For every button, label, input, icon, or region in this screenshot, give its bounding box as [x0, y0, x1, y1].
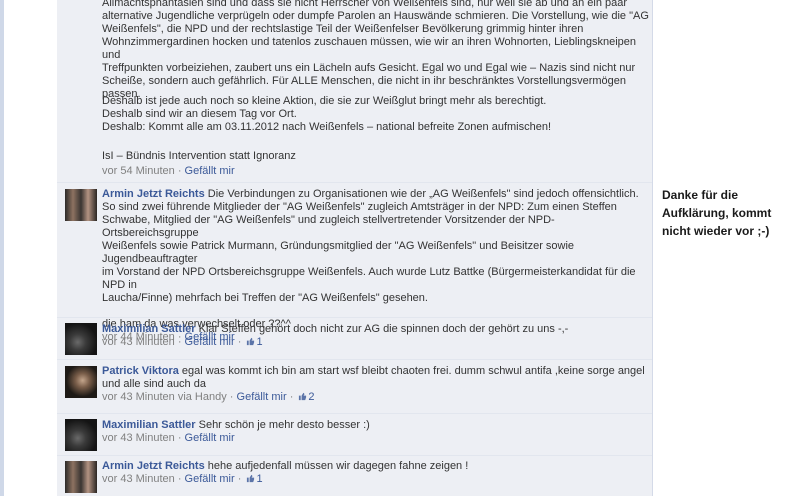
comment-text: Die Verbindungen zu Organisationen wie d…	[207, 188, 639, 200]
like-count-value: 1	[256, 336, 263, 348]
like-count[interactable]: 1	[244, 473, 263, 485]
comment-item: Maximilian Sattler Sehr schön je mehr de…	[57, 413, 652, 456]
comment-text: Schwabe, Mitglied der "AG Weißenfels" un…	[102, 214, 555, 239]
comment-timestamp[interactable]: vor 43 Minuten	[102, 473, 175, 485]
comment-meta: vor 43 Minuten · Gefällt mir · 1	[102, 473, 263, 485]
left-border	[0, 0, 4, 496]
thumbs-up-icon	[247, 337, 255, 346]
like-count-value: 2	[308, 391, 315, 403]
comment-text: und alle sind auch da	[102, 378, 206, 390]
comment-text: im Vorstand der NPD Ortsbereichsgruppe W…	[102, 266, 636, 291]
comment-text: Klar Steffen gehört doch nicht zur AG di…	[198, 323, 569, 335]
feed-divider	[652, 0, 653, 496]
comment-body: Maximilian Sattler Klar Steffen gehört d…	[102, 323, 646, 349]
side-note-line: Danke für die	[662, 188, 739, 202]
side-note-line: Aufklärung, kommt	[662, 206, 772, 220]
post-line: Deshalb: Kommt alle am 03.11.2012 nach W…	[102, 121, 552, 133]
comment-text: Weißenfels sowie Patrick Murmann, Gründu…	[102, 240, 575, 265]
comment-author[interactable]: Patrick Viktora	[102, 365, 179, 377]
comment-body: Patrick Viktora egal was kommt ich bin a…	[102, 365, 646, 404]
comment-author[interactable]: Maximilian Sattler	[102, 323, 196, 335]
post-body: Allmachtsphantasien sind und dass sie ni…	[57, 0, 652, 182]
post-line: Deshalb sind wir an diesem Tag vor Ort.	[102, 108, 297, 120]
comment-timestamp[interactable]: vor 43 Minuten	[102, 432, 175, 444]
like-link[interactable]: Gefällt mir	[237, 391, 287, 403]
comment-item: Maximilian Sattler Klar Steffen gehört d…	[57, 317, 652, 360]
comment-feed: Allmachtsphantasien sind und dass sie ni…	[57, 0, 652, 496]
post-signature: IsI – Bündnis Intervention statt Ignoran…	[102, 150, 296, 162]
comment-text: Sehr schön je mehr desto besser :)	[198, 419, 370, 431]
like-count-value: 1	[256, 473, 263, 485]
like-link[interactable]: Gefällt mir	[185, 473, 235, 485]
thumbs-up-icon	[299, 392, 307, 401]
post-line: Allmachtsphantasien sind und dass sie ni…	[102, 0, 628, 9]
post-line: Treffpunkten vorbeiziehen, zaubert uns e…	[102, 62, 636, 74]
comment-body: Armin Jetzt Reichts hehe aufjedenfall mü…	[102, 460, 646, 486]
avatar[interactable]	[65, 323, 97, 355]
comment-timestamp[interactable]: vor 43 Minuten	[102, 336, 175, 348]
comment-text: hehe aufjedenfall müssen wir dagegen fah…	[207, 460, 469, 472]
like-link[interactable]: Gefällt mir	[185, 336, 235, 348]
comment-body: Maximilian Sattler Sehr schön je mehr de…	[102, 419, 646, 445]
comment-item: Armin Jetzt Reichts hehe aufjedenfall mü…	[57, 455, 652, 497]
comment-meta: vor 43 Minuten via Handy · Gefällt mir ·…	[102, 391, 315, 403]
post-line: Wohnzimmergardinen hocken und tatenlos z…	[102, 36, 637, 61]
comment-meta: vor 43 Minuten · Gefällt mir · 1	[102, 336, 263, 348]
comment-author[interactable]: Maximilian Sattler	[102, 419, 196, 431]
comment-text: Laucha/Finne) mehrfach bei Treffen der "…	[102, 292, 428, 304]
side-note-line: nicht wieder vor ;-)	[662, 224, 770, 238]
avatar[interactable]	[65, 189, 97, 221]
avatar[interactable]	[65, 461, 97, 493]
thumbs-up-icon	[247, 474, 255, 483]
post-timestamp[interactable]: vor 54 Minuten	[102, 165, 175, 177]
comment-timestamp[interactable]: vor 43 Minuten via Handy	[102, 391, 227, 403]
comment-text: egal was kommt ich bin am start wsf blei…	[181, 365, 645, 377]
comment-author[interactable]: Armin Jetzt Reichts	[102, 460, 205, 472]
post-line: alternative Jugendliche verprügeln oder …	[102, 10, 649, 22]
comment-author[interactable]: Armin Jetzt Reichts	[102, 188, 205, 200]
comment-item: Patrick Viktora egal was kommt ich bin a…	[57, 359, 652, 414]
post-line: Weißenfels", die NPD und der rechtslasti…	[102, 23, 584, 35]
comment-meta: vor 43 Minuten · Gefällt mir	[102, 432, 235, 444]
post-meta: vor 54 Minuten · Gefällt mir	[102, 165, 235, 177]
comment-text: So sind zwei führende Mitglieder der "AG…	[102, 201, 617, 213]
avatar[interactable]	[65, 366, 97, 398]
like-count[interactable]: 1	[244, 336, 263, 348]
comment-item: Armin Jetzt Reichts Die Verbindungen zu …	[57, 182, 652, 343]
like-count[interactable]: 2	[296, 391, 315, 403]
like-link[interactable]: Gefällt mir	[185, 432, 235, 444]
avatar[interactable]	[65, 419, 97, 451]
side-note: Danke für die Aufklärung, kommt nicht wi…	[662, 186, 797, 240]
post-line: Deshalb ist jede auch noch so kleine Akt…	[102, 95, 547, 107]
like-link[interactable]: Gefällt mir	[185, 165, 235, 177]
